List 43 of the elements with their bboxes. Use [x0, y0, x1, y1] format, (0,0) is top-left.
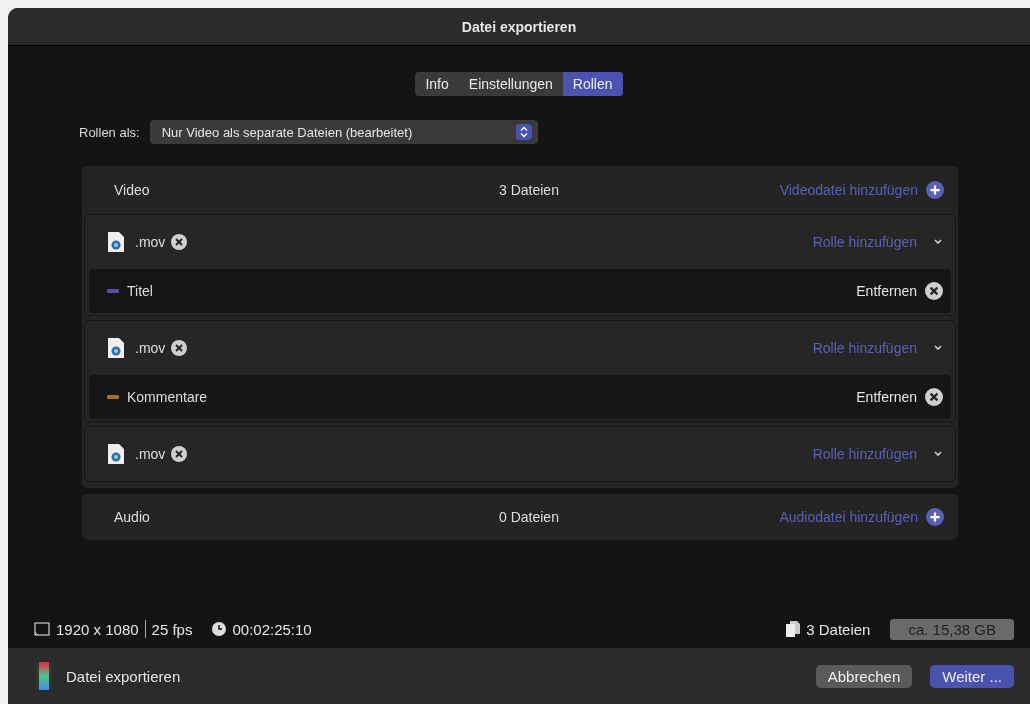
window-title: Datei exportieren — [461, 18, 577, 35]
add-icon[interactable] — [926, 508, 944, 526]
roles-as-label: Rollen als: — [79, 124, 140, 140]
footer-label: Datei exportieren — [66, 667, 181, 685]
size-estimate: ca. 15,38 GB — [890, 618, 1014, 640]
chevron-down-icon[interactable] — [933, 450, 943, 458]
clock-icon — [212, 622, 227, 636]
close-icon — [925, 388, 943, 406]
continue-button[interactable]: Weiter ... — [930, 664, 1014, 688]
tab[interactable]: Einstellungen — [458, 72, 563, 96]
frame-size-icon — [34, 622, 50, 636]
stepper-icon — [515, 124, 532, 140]
movie-file-icon — [107, 337, 125, 359]
file-name: .mov — [135, 234, 166, 250]
section-label: Video — [114, 182, 150, 198]
file-count: 3 Dateien — [499, 182, 559, 198]
cancel-button[interactable]: Abbrechen — [815, 664, 913, 688]
role-name: Titel — [127, 283, 153, 299]
chevron-down-icon[interactable] — [933, 238, 943, 246]
fps-text: 25 fps — [151, 620, 193, 638]
file-name: .mov — [135, 446, 166, 462]
roles-as-dropdown[interactable]: Nur Video als separate Dateien (bearbeitet) — [149, 120, 538, 144]
add-icon[interactable] — [926, 181, 944, 199]
remove-icon[interactable] — [171, 446, 188, 462]
tab[interactable]: Info — [415, 72, 459, 96]
remove-icon[interactable] — [171, 340, 188, 356]
section-label: Audio — [114, 509, 150, 525]
remove-button[interactable]: Entfernen — [856, 282, 943, 300]
file-count: 0 Dateien — [499, 509, 559, 525]
remove-button[interactable]: Entfernen — [856, 388, 943, 406]
chevron-down-icon[interactable] — [933, 344, 943, 352]
resolution-text: 1920 x 1080 — [56, 620, 139, 638]
tab[interactable]: Rollen — [562, 72, 623, 96]
close-icon — [925, 282, 943, 300]
duration-text: 00:02:25:10 — [232, 620, 312, 638]
documents-icon — [786, 621, 801, 637]
file-name: .mov — [135, 340, 166, 356]
remove-icon[interactable] — [171, 234, 188, 250]
movie-file-icon — [107, 231, 125, 253]
role-name: Kommentare — [127, 389, 208, 405]
file-total-text: 3 Dateien — [806, 620, 871, 638]
movie-file-icon — [107, 443, 125, 465]
film-strip-icon — [36, 662, 52, 690]
